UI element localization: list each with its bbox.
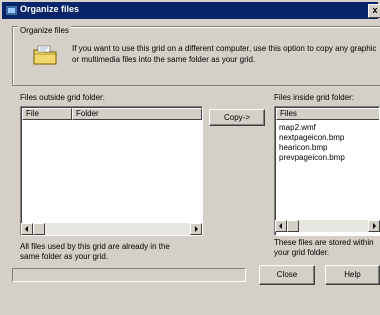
scroll-left-button[interactable] <box>275 220 287 232</box>
chevron-right-icon <box>373 223 376 229</box>
column-header-files[interactable]: Files <box>276 108 379 120</box>
list-item[interactable]: map2.wmf <box>279 123 316 133</box>
column-header-folder[interactable]: Folder <box>72 108 202 120</box>
close-window-button[interactable]: x <box>368 4 380 18</box>
chevron-right-icon <box>195 226 198 232</box>
help-button[interactable]: Help <box>325 265 380 285</box>
description-text: If you want to use this grid on a differ… <box>72 44 377 64</box>
list-item[interactable]: nextpageicon.bmp <box>279 133 344 143</box>
column-header-file[interactable]: File <box>22 108 72 120</box>
window-title: Organize files <box>20 4 80 14</box>
title-bar: Organize files x <box>2 2 380 19</box>
chevron-left-icon <box>25 226 28 232</box>
folder-icon <box>33 45 57 65</box>
scroll-thumb[interactable] <box>287 220 299 232</box>
chevron-left-icon <box>279 223 282 229</box>
inside-files-list[interactable]: Files map2.wmf nextpageicon.bmp hearicon… <box>274 106 380 236</box>
inside-note: These files are stored within your grid … <box>274 238 374 257</box>
scroll-right-button[interactable] <box>190 223 202 235</box>
scroll-right-button[interactable] <box>368 220 380 232</box>
outside-list-scrollbar[interactable] <box>21 223 202 235</box>
outside-list-label: Files outside grid folder: <box>20 93 105 102</box>
app-icon <box>6 6 17 15</box>
outside-note: All files used by this grid are already … <box>20 242 170 261</box>
close-button[interactable]: Close <box>259 265 315 285</box>
copy-button[interactable]: Copy-> <box>209 109 265 126</box>
outside-files-list[interactable]: File Folder <box>20 106 203 236</box>
list-item[interactable]: prevpageicon.bmp <box>279 153 345 163</box>
progress-bar <box>12 268 246 282</box>
organize-files-dialog: Organize files x Organize files If you w… <box>0 0 380 315</box>
scroll-left-button[interactable] <box>21 223 33 235</box>
scroll-thumb[interactable] <box>33 223 45 235</box>
list-item[interactable]: hearicon.bmp <box>279 143 327 153</box>
inside-list-label: Files inside grid folder: <box>274 93 355 102</box>
group-label: Organize files <box>18 26 71 35</box>
inside-list-scrollbar[interactable] <box>275 220 380 232</box>
